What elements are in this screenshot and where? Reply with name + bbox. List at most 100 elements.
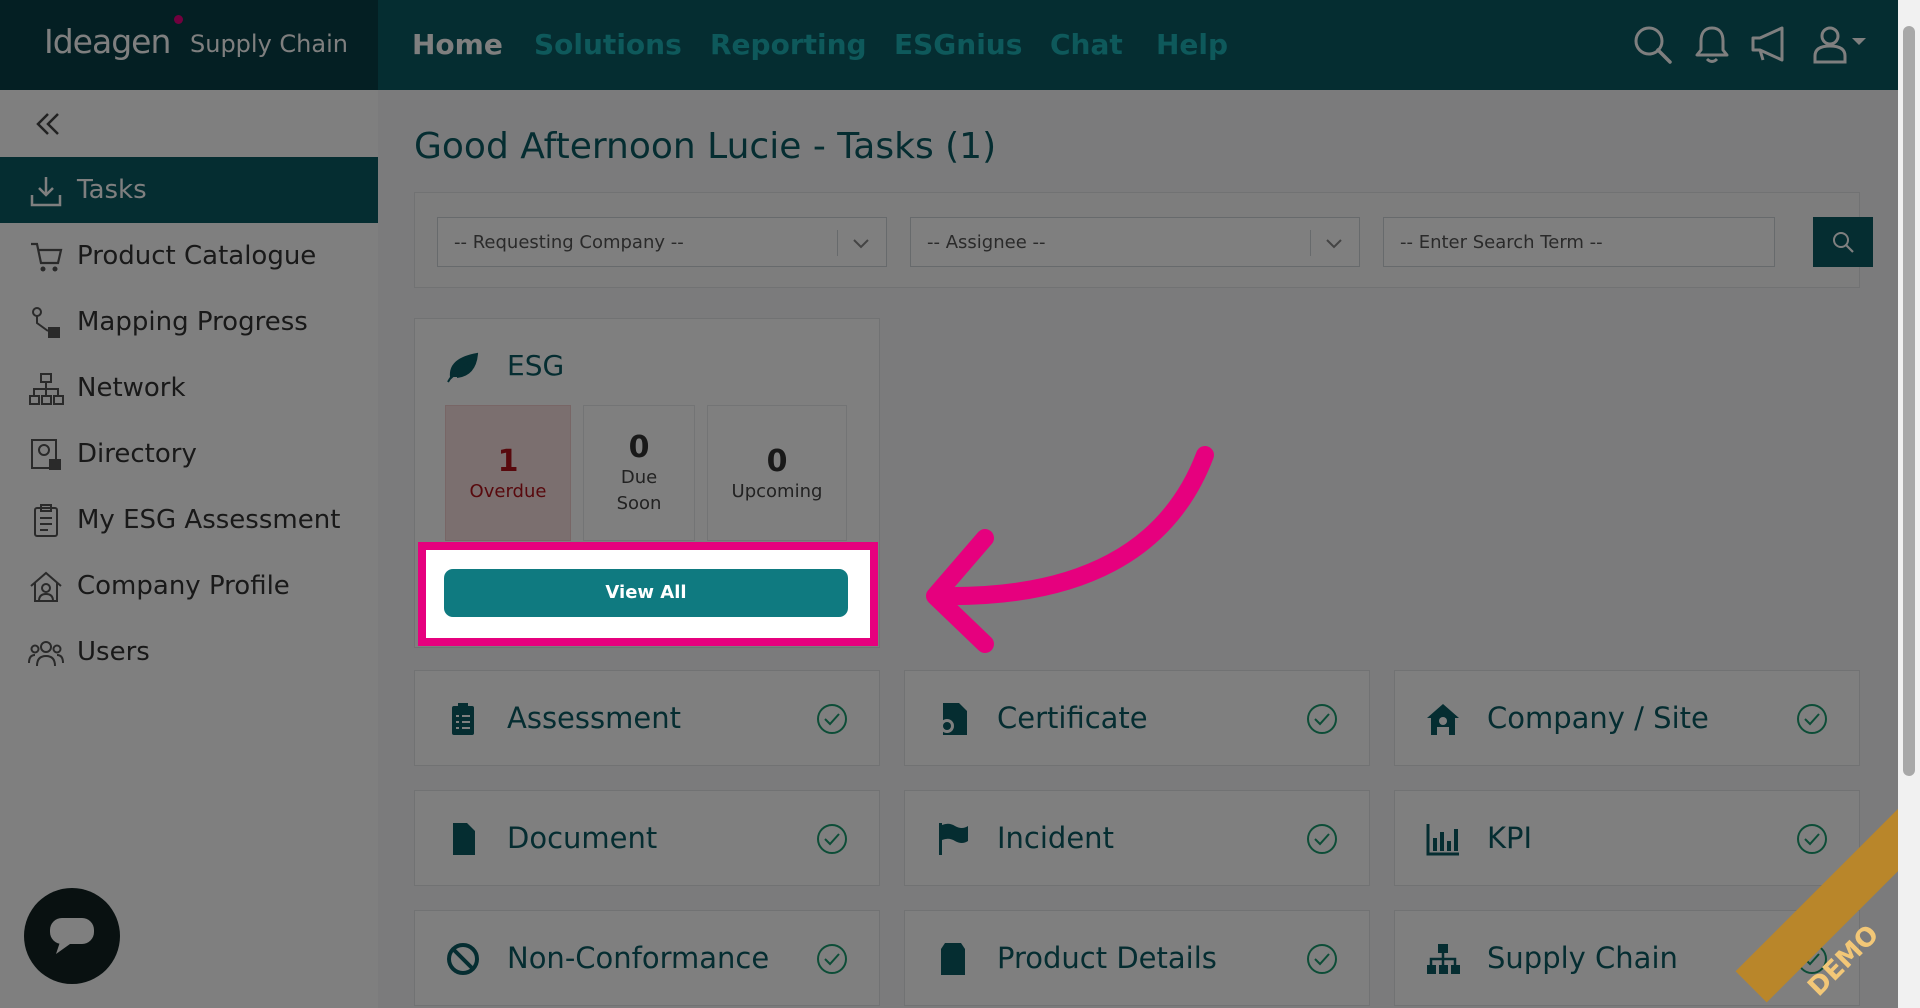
sidebar-item-label: Company Profile	[77, 571, 290, 601]
mapping-icon	[32, 307, 60, 338]
stat-upcoming[interactable]: 0 Upcoming	[707, 405, 847, 541]
sidebar-item-mapping-progress[interactable]: Mapping Progress	[0, 289, 378, 355]
view-all-button[interactable]: View All	[444, 569, 848, 617]
tile-label: Non-Conformance	[507, 941, 770, 975]
sidebar-item-label: Users	[77, 637, 150, 667]
select-divider	[1310, 230, 1311, 256]
nav-esgnius[interactable]: ESGnius	[894, 28, 1022, 61]
requesting-company-value: -- Requesting Company --	[454, 232, 684, 253]
logo-subtitle: Supply Chain	[190, 30, 348, 58]
tile-company-site[interactable]: Company / Site	[1394, 670, 1860, 766]
tile-label: Incident	[997, 821, 1114, 855]
nav-home[interactable]: Home	[412, 28, 503, 61]
stat-overdue-label: Overdue	[469, 481, 547, 502]
network-icon	[29, 373, 64, 405]
hierarchy-icon	[1427, 944, 1460, 974]
stat-due-soon-label: Due Soon	[616, 467, 662, 514]
top-header: Ideagen Supply Chain Home Solutions Repo…	[0, 0, 1898, 90]
sidebar-item-label: Tasks	[77, 175, 147, 205]
sidebar-item-label: Directory	[77, 439, 197, 469]
check-circle-icon	[817, 704, 847, 734]
collapse-sidebar-icon[interactable]	[30, 106, 66, 142]
page-title: Good Afternoon Lucie - Tasks (1)	[414, 126, 997, 167]
flag-icon	[939, 823, 968, 855]
tile-label: Certificate	[997, 701, 1148, 735]
ban-icon	[447, 943, 479, 975]
sidebar-item-company-profile[interactable]: Company Profile	[0, 553, 378, 619]
check-circle-icon	[1307, 824, 1337, 854]
requesting-company-select[interactable]: -- Requesting Company --	[437, 217, 887, 267]
chevron-down-icon	[1326, 239, 1342, 249]
home-user-icon	[30, 571, 62, 602]
stat-upcoming-label: Upcoming	[731, 481, 823, 502]
tile-label: Company / Site	[1487, 701, 1709, 735]
megaphone-icon[interactable]	[1748, 22, 1792, 66]
tile-document[interactable]: Document	[414, 790, 880, 886]
sidebar-item-label: Network	[77, 373, 186, 403]
tile-label: Product Details	[997, 941, 1217, 975]
leaf-icon	[447, 352, 479, 383]
select-divider	[837, 230, 838, 256]
cart-icon	[31, 242, 63, 272]
stat-due-soon-count: 0	[628, 430, 650, 465]
sidebar-item-tasks[interactable]: Tasks	[0, 157, 378, 223]
directory-icon	[31, 439, 61, 470]
logo-dot	[174, 15, 183, 24]
sidebar: Tasks Product Catalogue Mapping Progress	[0, 90, 378, 1008]
house-icon	[1427, 704, 1459, 735]
logo[interactable]: Ideagen Supply Chain	[0, 0, 378, 90]
search-placeholder: -- Enter Search Term --	[1400, 232, 1603, 253]
stat-due-soon[interactable]: 0 Due Soon	[583, 405, 695, 541]
sidebar-item-network[interactable]: Network	[0, 355, 378, 421]
check-circle-icon	[1307, 704, 1337, 734]
assignee-value: -- Assignee --	[927, 232, 1046, 253]
sidebar-item-product-catalogue[interactable]: Product Catalogue	[0, 223, 378, 289]
check-circle-icon	[1307, 944, 1337, 974]
tile-label: Supply Chain	[1487, 941, 1678, 975]
tile-non-conformance[interactable]: Non-Conformance	[414, 910, 880, 1006]
tile-label: Document	[507, 821, 658, 855]
sidebar-item-label: Mapping Progress	[77, 307, 308, 337]
search-input[interactable]: -- Enter Search Term --	[1383, 217, 1775, 267]
sidebar-item-label: Product Catalogue	[77, 241, 317, 271]
stat-overdue[interactable]: 1 Overdue	[445, 405, 571, 541]
chat-widget-button[interactable]	[24, 888, 120, 984]
nav-reporting[interactable]: Reporting	[710, 28, 867, 61]
tile-kpi[interactable]: KPI	[1394, 790, 1860, 886]
bell-icon[interactable]	[1690, 22, 1734, 66]
clipboard-list-icon	[452, 703, 474, 735]
stat-upcoming-count: 0	[766, 444, 788, 479]
certificate-icon	[940, 703, 967, 735]
stat-overdue-count: 1	[497, 444, 519, 479]
scrollbar[interactable]	[1898, 0, 1920, 1008]
search-icon	[1833, 232, 1854, 253]
chevron-down-icon	[853, 239, 869, 249]
check-circle-icon	[1797, 704, 1827, 734]
users-icon	[28, 641, 64, 667]
tile-assessment[interactable]: Assessment	[414, 670, 880, 766]
search-icon[interactable]	[1630, 22, 1674, 66]
tile-label: Assessment	[507, 701, 681, 735]
nav-solutions[interactable]: Solutions	[534, 28, 682, 61]
sidebar-item-users[interactable]: Users	[0, 619, 378, 685]
assignee-select[interactable]: -- Assignee --	[910, 217, 1360, 267]
tile-product-details[interactable]: Product Details	[904, 910, 1370, 1006]
check-circle-icon	[817, 824, 847, 854]
nav-help[interactable]: Help	[1156, 28, 1228, 61]
sidebar-item-my-esg-assessment[interactable]: My ESG Assessment	[0, 487, 378, 553]
sidebar-item-label: My ESG Assessment	[77, 505, 341, 535]
scrollbar-thumb[interactable]	[1903, 26, 1915, 776]
download-icon	[30, 177, 62, 207]
tile-incident[interactable]: Incident	[904, 790, 1370, 886]
logo-wordmark: Ideagen	[44, 22, 171, 61]
tile-certificate[interactable]: Certificate	[904, 670, 1370, 766]
app-window: Ideagen Supply Chain Home Solutions Repo…	[0, 0, 1898, 1008]
user-icon[interactable]	[1810, 22, 1870, 66]
search-button[interactable]	[1813, 217, 1873, 267]
document-icon	[453, 823, 475, 855]
check-circle-icon	[817, 944, 847, 974]
esg-title: ESG	[507, 349, 565, 382]
sidebar-item-directory[interactable]: Directory	[0, 421, 378, 487]
clipboard-icon	[34, 504, 58, 537]
nav-chat[interactable]: Chat	[1050, 28, 1123, 61]
